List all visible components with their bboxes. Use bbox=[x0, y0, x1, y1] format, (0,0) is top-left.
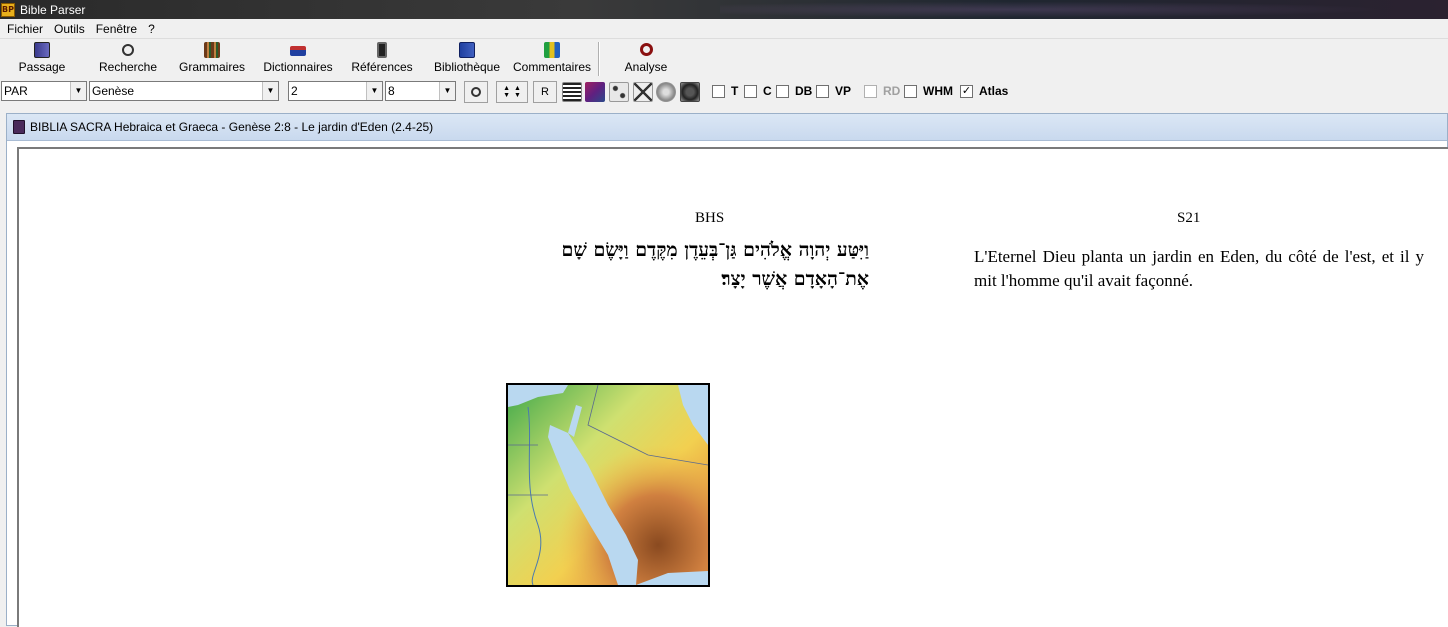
dictionary-icon bbox=[290, 46, 306, 56]
chevron-down-icon[interactable]: ▼ bbox=[366, 82, 382, 100]
book-select[interactable]: Genèse ▼ bbox=[89, 81, 279, 101]
checkbox-t-label: T bbox=[731, 84, 739, 98]
r-button[interactable]: R bbox=[533, 81, 557, 103]
chevron-down-icon[interactable]: ▼ bbox=[70, 82, 86, 100]
checkbox-rd-label: RD bbox=[883, 84, 901, 98]
recherche-button[interactable]: Recherche bbox=[99, 42, 157, 76]
menu-outils[interactable]: Outils bbox=[54, 22, 85, 36]
left-column-header: BHS bbox=[695, 210, 725, 226]
chevron-up-icon[interactable]: ▲ ▼ bbox=[503, 85, 510, 99]
checkbox-atlas[interactable]: ✓ bbox=[960, 85, 973, 98]
search-passage-button[interactable] bbox=[464, 81, 488, 103]
checkbox-db[interactable] bbox=[776, 85, 789, 98]
analyse-button[interactable]: Analyse bbox=[624, 42, 668, 76]
toolbar-separator bbox=[598, 42, 600, 76]
checkbox-vp[interactable] bbox=[816, 85, 829, 98]
book-icon bbox=[34, 42, 50, 58]
version-select[interactable]: PAR ▼ bbox=[1, 81, 87, 101]
menu-bar: Fichier Outils Fenêtre ? bbox=[0, 19, 1448, 39]
books-stack-icon[interactable] bbox=[585, 82, 605, 102]
analyze-icon bbox=[639, 43, 653, 56]
checkbox-vp-label: VP bbox=[835, 84, 852, 98]
french-verse-text[interactable]: L'Eternel Dieu planta un jardin en Eden,… bbox=[974, 245, 1424, 293]
chapter-select[interactable]: 2 ▼ bbox=[288, 81, 383, 101]
document-title: BIBLIA SACRA Hebraica et Graeca - Genèse… bbox=[30, 120, 434, 134]
menu-help[interactable]: ? bbox=[148, 22, 155, 36]
tools-icon[interactable] bbox=[633, 82, 653, 102]
library-icon bbox=[459, 42, 475, 58]
hebrew-verse-text[interactable]: וַיִּטַּע יְהוָה אֱלֹהִים גַּן־בְּעֵדֶן … bbox=[499, 236, 869, 294]
checkbox-atlas-label: Atlas bbox=[979, 84, 1009, 98]
dictionnaires-button[interactable]: Dictionnaires bbox=[262, 42, 334, 76]
window-title: Bible Parser bbox=[20, 2, 86, 17]
magnifier-icon bbox=[471, 87, 481, 97]
checkbox-whm[interactable] bbox=[904, 85, 917, 98]
app-icon[interactable]: BP bbox=[1, 2, 15, 17]
globe-icon[interactable] bbox=[680, 82, 700, 102]
magnifier-icon bbox=[122, 44, 134, 56]
tree-icon[interactable] bbox=[609, 82, 629, 102]
navigation-spinner[interactable]: ▲ ▼ ▲ ▼ bbox=[496, 81, 528, 103]
chevron-down-icon[interactable]: ▼ bbox=[439, 82, 455, 100]
passage-button[interactable]: Passage bbox=[19, 42, 65, 76]
chevron-down-icon[interactable]: ▲ ▼ bbox=[514, 85, 521, 99]
checkbox-t[interactable] bbox=[712, 85, 725, 98]
disc-icon[interactable] bbox=[656, 82, 676, 102]
checkbox-c[interactable] bbox=[744, 85, 757, 98]
books-icon bbox=[204, 42, 220, 58]
checkbox-rd bbox=[864, 85, 877, 98]
checkbox-whm-label: WHM bbox=[923, 84, 953, 98]
menu-fichier[interactable]: Fichier bbox=[7, 22, 43, 36]
document-body: BHS S21 וַיִּטַּע יְהוָה אֱלֹהִים גַּן־ב… bbox=[17, 147, 1448, 627]
scroll-icon bbox=[377, 42, 387, 58]
document-window: BIBLIA SACRA Hebraica et Graeca - Genèse… bbox=[6, 113, 1448, 627]
right-column-header: S21 bbox=[1177, 210, 1201, 226]
document-title-bar: BIBLIA SACRA Hebraica et Graeca - Genèse… bbox=[7, 114, 1447, 141]
checkbox-c-label: C bbox=[763, 84, 772, 98]
main-toolbar: Passage Recherche Grammaires Dictionnair… bbox=[0, 40, 1448, 78]
grammaires-button[interactable]: Grammaires bbox=[179, 42, 245, 76]
verse-select[interactable]: 8 ▼ bbox=[385, 81, 456, 101]
commentaires-button[interactable]: Commentaires bbox=[512, 42, 592, 76]
text-layout-icon[interactable] bbox=[562, 82, 582, 102]
atlas-map[interactable] bbox=[506, 383, 710, 587]
commentary-icon bbox=[544, 42, 560, 58]
checkbox-db-label: DB bbox=[795, 84, 813, 98]
title-bar-decoration bbox=[720, 0, 1448, 19]
menu-fenetre[interactable]: Fenêtre bbox=[96, 22, 137, 36]
references-button[interactable]: Références bbox=[351, 42, 413, 76]
window-title-bar: BP Bible Parser bbox=[0, 0, 1448, 19]
bibliotheque-button[interactable]: Bibliothèque bbox=[432, 42, 502, 76]
chevron-down-icon[interactable]: ▼ bbox=[262, 82, 278, 100]
passage-selector-row: PAR ▼ Genèse ▼ 2 ▼ 8 ▼ ▲ ▼ ▲ ▼ R T C DB VP… bbox=[0, 80, 1448, 104]
bible-icon[interactable] bbox=[13, 120, 25, 134]
relief-map-image bbox=[508, 385, 708, 585]
